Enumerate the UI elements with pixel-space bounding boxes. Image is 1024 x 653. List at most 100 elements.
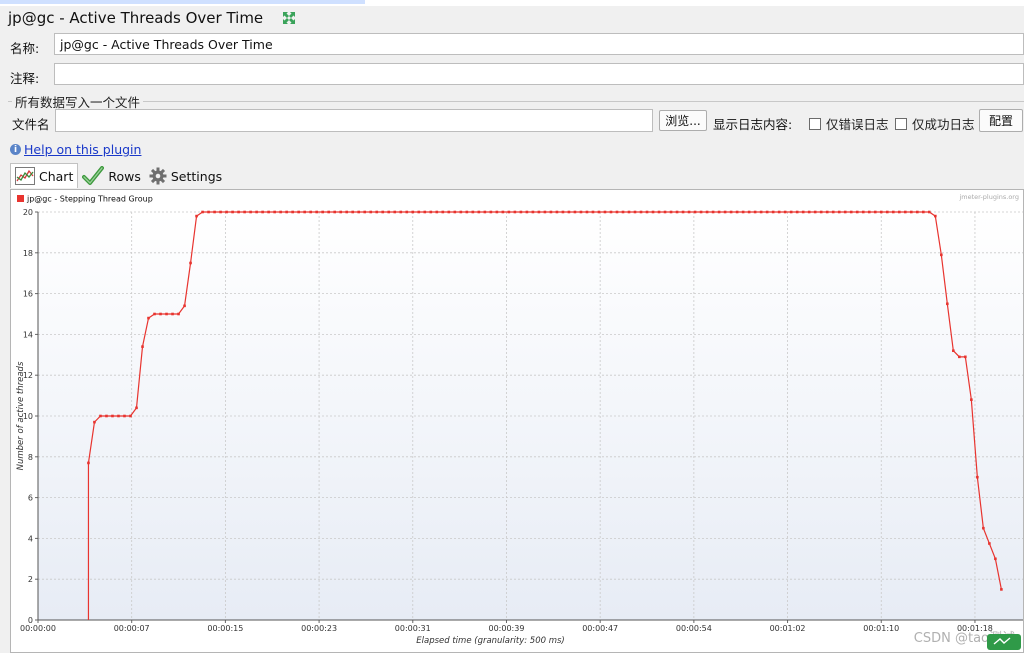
x-tick-label: 00:00:07 — [114, 624, 150, 633]
data-point — [525, 210, 529, 214]
help-link-row[interactable]: i Help on this plugin — [10, 142, 141, 157]
corner-badge[interactable] — [987, 634, 1021, 650]
data-point — [777, 210, 781, 214]
data-point — [147, 316, 150, 320]
errors-only-checkbox[interactable]: 仅错误日志 — [809, 114, 889, 133]
tab-chart[interactable]: Chart — [10, 163, 79, 188]
data-point — [225, 210, 228, 214]
data-point — [921, 210, 925, 214]
x-tick-label: 00:01:02 — [770, 624, 806, 633]
checkbox-box[interactable] — [809, 117, 821, 130]
data-point — [952, 349, 955, 353]
data-point — [231, 210, 234, 214]
data-point — [723, 210, 727, 214]
data-point — [591, 210, 595, 214]
selection-highlight — [0, 0, 365, 4]
data-point — [309, 210, 312, 214]
data-point — [615, 210, 619, 214]
y-tick-label: 14 — [23, 330, 33, 339]
data-point — [753, 210, 757, 214]
data-point — [561, 210, 565, 214]
data-point — [603, 210, 607, 214]
data-point — [441, 210, 445, 214]
data-point — [879, 210, 883, 214]
group-border — [8, 101, 1024, 102]
data-point — [321, 210, 324, 214]
data-point — [249, 210, 252, 214]
data-point — [141, 345, 144, 348]
help-link[interactable]: Help on this plugin — [24, 142, 141, 157]
checkbox-box[interactable] — [895, 117, 907, 130]
data-point — [93, 420, 96, 424]
data-point — [291, 210, 294, 214]
data-point — [129, 414, 132, 418]
success-only-checkbox[interactable]: 仅成功日志 — [895, 114, 975, 133]
window-title: jp@gc - Active Threads Over Time — [8, 9, 264, 27]
legend-swatch — [17, 195, 24, 202]
data-point — [531, 210, 535, 214]
tab-settings-label: Settings — [170, 168, 223, 184]
data-point — [381, 210, 385, 214]
data-point — [549, 210, 553, 214]
data-point — [687, 210, 691, 214]
data-point — [465, 210, 469, 214]
legend-label: jp@gc - Stepping Thread Group — [26, 195, 153, 204]
tab-rows[interactable]: Rows — [78, 164, 145, 188]
data-point — [585, 210, 589, 214]
data-point — [135, 406, 138, 410]
data-point — [645, 210, 649, 214]
data-point — [567, 210, 571, 214]
data-point — [964, 355, 967, 359]
data-point — [609, 210, 613, 214]
data-point — [333, 210, 337, 214]
config-button[interactable]: 配置 — [979, 109, 1023, 132]
data-point — [111, 414, 114, 418]
data-point — [915, 210, 919, 214]
data-point — [351, 210, 355, 214]
data-point — [747, 210, 751, 214]
data-point — [885, 210, 889, 214]
data-point — [405, 210, 409, 214]
filename-label: 文件名 — [12, 117, 50, 132]
data-point — [825, 210, 829, 214]
data-point — [976, 475, 979, 479]
active-threads-chart: 0246810121416182000:00:00 00:00:07 00:00:1… — [16, 193, 1023, 646]
data-point — [483, 210, 487, 214]
tab-settings[interactable]: Settings — [145, 164, 226, 188]
data-point — [213, 210, 216, 214]
data-point — [873, 210, 877, 214]
data-point — [831, 210, 835, 214]
data-point — [447, 210, 451, 214]
data-point — [651, 210, 655, 214]
data-point — [621, 210, 625, 214]
data-point — [219, 210, 222, 214]
data-point — [123, 414, 126, 418]
data-point — [171, 312, 174, 316]
data-point — [273, 210, 276, 214]
data-point — [994, 557, 997, 561]
expand-arrows-icon[interactable] — [281, 10, 297, 26]
data-point — [699, 210, 703, 214]
data-point — [897, 210, 901, 214]
name-field[interactable]: jp@gc - Active Threads Over Time — [54, 33, 1024, 55]
filename-field[interactable] — [55, 109, 653, 132]
window-title-bar: jp@gc - Active Threads Over Time — [8, 7, 297, 29]
info-icon: i — [10, 144, 21, 155]
data-point — [159, 312, 162, 316]
data-point — [363, 210, 367, 214]
browse-button[interactable]: 浏览... — [659, 110, 707, 131]
data-point — [459, 210, 463, 214]
data-point — [495, 210, 499, 214]
data-point — [489, 210, 493, 214]
x-tick-label: 00:00:39 — [489, 624, 525, 633]
x-axis-label: Elapsed time (granularity: 500 ms) — [416, 636, 565, 646]
comment-field[interactable] — [54, 63, 1024, 85]
x-tick-label: 00:00:47 — [582, 624, 618, 633]
data-point — [940, 253, 943, 257]
x-tick-label: 00:01:10 — [863, 624, 899, 633]
data-point — [117, 414, 120, 418]
data-point — [843, 210, 847, 214]
data-point — [717, 210, 721, 214]
data-point — [891, 210, 895, 214]
data-point — [705, 210, 709, 214]
